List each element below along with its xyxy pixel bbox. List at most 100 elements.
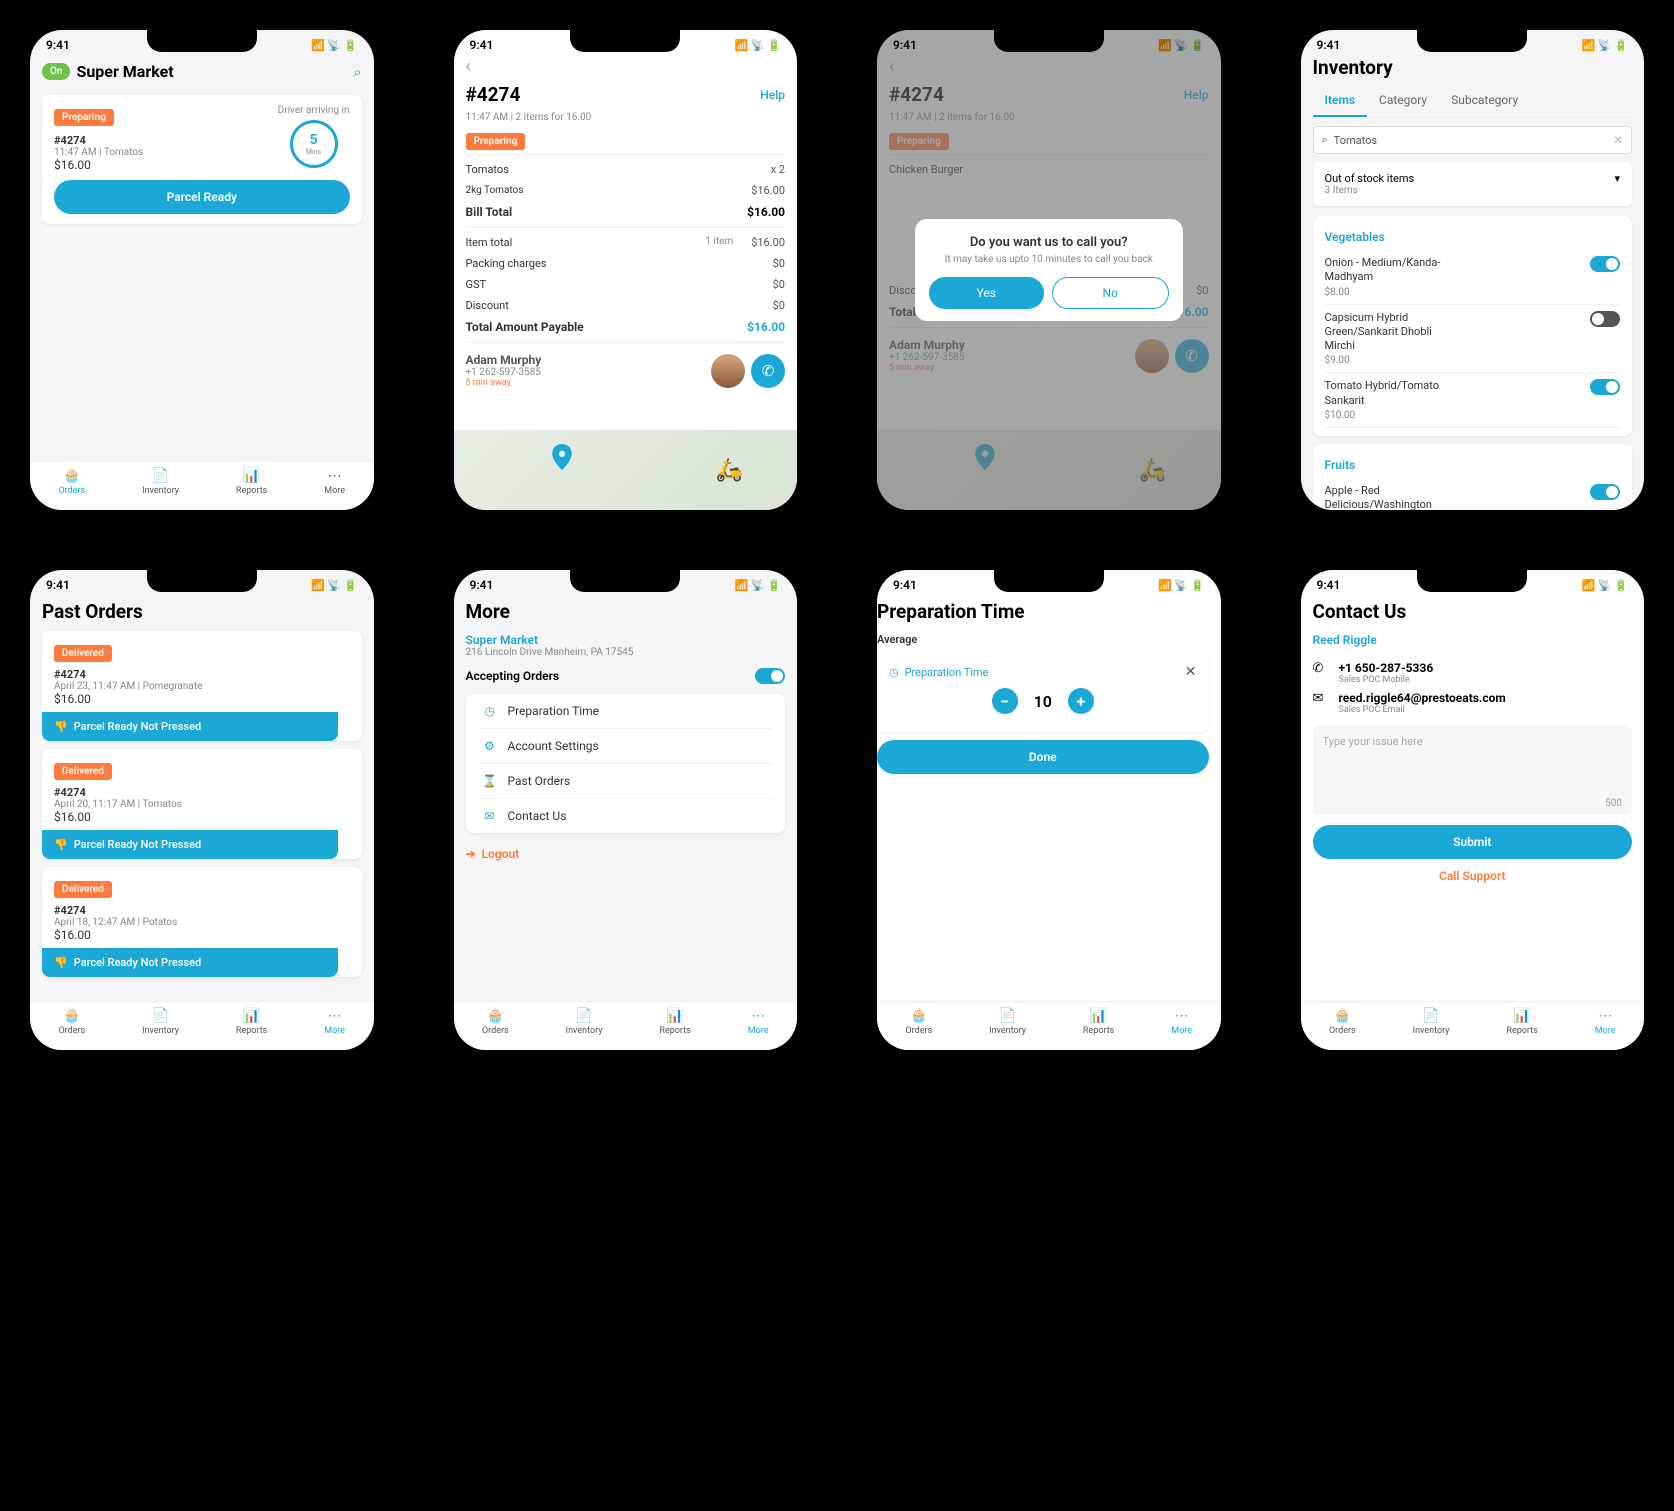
page-title: Contact Us bbox=[1313, 600, 1633, 623]
tab-category[interactable]: Category bbox=[1367, 85, 1439, 117]
tab-inventory[interactable]: 📄Inventory bbox=[142, 1008, 179, 1036]
order-card[interactable]: Preparing #4274 11:47 AM | Tomatos $16.0… bbox=[42, 95, 362, 224]
dialog-subtitle: It may take us upto 10 minutes to call y… bbox=[929, 254, 1169, 265]
email-row[interactable]: ✉ reed.riggle64@prestoeats.comSales POC … bbox=[1313, 691, 1633, 715]
accepting-toggle[interactable] bbox=[755, 668, 785, 684]
close-icon[interactable]: ✕ bbox=[1185, 664, 1197, 680]
dialog-no-button[interactable]: No bbox=[1052, 277, 1169, 309]
issue-textarea[interactable]: Type your issue here 500 bbox=[1313, 725, 1633, 815]
stock-toggle[interactable] bbox=[1590, 311, 1620, 327]
search-icon: ⌕ bbox=[1322, 133, 1328, 147]
total-payable: $16.00 bbox=[747, 320, 785, 334]
tab-reports[interactable]: 📊Reports bbox=[236, 1008, 267, 1036]
tab-reports[interactable]: 📊Reports bbox=[659, 1008, 690, 1036]
stock-toggle[interactable] bbox=[1590, 484, 1620, 500]
parcel-ready-button[interactable]: Parcel Ready bbox=[54, 180, 350, 214]
phone-icon: ✆ bbox=[1313, 661, 1329, 676]
menu-preparation-time[interactable]: ◷Preparation Time bbox=[478, 694, 774, 729]
inventory-item[interactable]: Apple - Red Delicious/Washington bbox=[1325, 478, 1621, 510]
thumbs-down-icon: 👎 bbox=[54, 720, 68, 733]
mail-icon: ✉ bbox=[1313, 691, 1329, 706]
inventory-item[interactable]: Capsicum Hybrid Green/Sankarit Dhobli Mi… bbox=[1325, 305, 1621, 374]
tab-inventory[interactable]: 📄Inventory bbox=[566, 1008, 603, 1036]
status-icons: 📶 📡 🔋 bbox=[311, 39, 358, 52]
order-meta: 11:47 AM | Tomatos bbox=[54, 147, 143, 158]
tab-reports[interactable]: 📊Reports bbox=[236, 468, 267, 496]
order-price: $16.00 bbox=[54, 158, 143, 172]
tab-reports[interactable]: 📊Reports bbox=[1083, 1008, 1114, 1036]
tab-more[interactable]: ⋯More bbox=[1171, 1008, 1192, 1036]
past-order-card[interactable]: Delivered #4274 April 18, 12:47 AM | Pot… bbox=[42, 867, 362, 977]
tab-more[interactable]: ⋯More bbox=[324, 1008, 345, 1036]
call-support-link[interactable]: Call Support bbox=[1313, 869, 1633, 883]
logout-button[interactable]: ➜Logout bbox=[466, 847, 786, 861]
help-link[interactable]: Help bbox=[760, 88, 785, 102]
search-input[interactable]: ⌕ Tomatos ✕ bbox=[1313, 126, 1633, 154]
inventory-icon: 📄 bbox=[152, 468, 169, 484]
dialog-yes-button[interactable]: Yes bbox=[929, 277, 1044, 309]
tab-reports[interactable]: 📊Reports bbox=[1506, 1008, 1537, 1036]
past-order-card[interactable]: Delivered #4274 April 23, 11:47 AM | Pom… bbox=[42, 631, 362, 741]
order-meta: 11:47 AM | 2 items for 16.00 bbox=[466, 112, 786, 123]
category-fruits: Fruits bbox=[1325, 452, 1621, 478]
filter-dropdown[interactable]: Out of stock items ▾ 3 Items bbox=[1313, 162, 1633, 206]
tab-orders[interactable]: 🧁Orders bbox=[905, 1008, 932, 1036]
stock-toggle[interactable] bbox=[1590, 379, 1620, 395]
phone-row[interactable]: ✆ +1 650-287-5336Sales POC Mobile bbox=[1313, 661, 1633, 685]
tab-inventory[interactable]: 📄Inventory bbox=[142, 468, 179, 496]
decrement-button[interactable]: − bbox=[992, 688, 1018, 714]
tab-orders[interactable]: 🧁Orders bbox=[482, 1008, 509, 1036]
tab-inventory[interactable]: 📄Inventory bbox=[989, 1008, 1026, 1036]
increment-button[interactable]: + bbox=[1068, 688, 1094, 714]
tab-inventory[interactable]: 📄Inventory bbox=[1413, 1008, 1450, 1036]
inventory-item[interactable]: Onion - Medium/Kanda-Madhyam$8.00 bbox=[1325, 250, 1621, 305]
email-value: reed.riggle64@prestoeats.com bbox=[1339, 691, 1506, 705]
notch bbox=[1417, 30, 1527, 52]
line-name: Tomatos bbox=[466, 163, 509, 176]
inventory-item[interactable]: Tomato Hybrid/Tomato Sankarit$10.00 bbox=[1325, 373, 1621, 428]
filter-count: 3 Items bbox=[1325, 185, 1621, 196]
menu-contact-us[interactable]: ✉Contact Us bbox=[478, 799, 774, 833]
mail-icon: ✉ bbox=[482, 809, 498, 823]
search-icon[interactable]: ⌕ bbox=[353, 63, 361, 81]
notch bbox=[1417, 570, 1527, 592]
clear-icon[interactable]: ✕ bbox=[1613, 133, 1623, 147]
preparing-badge: Preparing bbox=[466, 133, 526, 150]
back-icon[interactable]: ‹ bbox=[466, 56, 471, 77]
contact-name: Reed Riggle bbox=[1313, 633, 1633, 647]
tab-orders[interactable]: 🧁Orders bbox=[1329, 1008, 1356, 1036]
submit-button[interactable]: Submit bbox=[1313, 825, 1633, 859]
page-title: Past Orders bbox=[42, 600, 362, 623]
clock-icon: ◷ bbox=[889, 666, 899, 679]
line-qty: x 2 bbox=[771, 163, 785, 176]
line-price: $16.00 bbox=[751, 184, 785, 197]
menu-account-settings[interactable]: ⚙Account Settings bbox=[478, 729, 774, 764]
store-link[interactable]: Super Market bbox=[466, 633, 786, 647]
filter-label: Out of stock items bbox=[1325, 172, 1415, 185]
phone-frame-6: 9:41📶 📡 🔋 More Super Market 216 Lincoln … bbox=[444, 560, 808, 1060]
not-pressed-banner: 👎Parcel Ready Not Pressed bbox=[42, 712, 338, 741]
driver-eta: 5 min away bbox=[466, 378, 542, 388]
done-button[interactable]: Done bbox=[877, 740, 1209, 774]
stock-toggle[interactable] bbox=[1590, 256, 1620, 272]
tab-items[interactable]: Items bbox=[1313, 85, 1368, 117]
call-driver-button[interactable]: ✆ bbox=[751, 354, 785, 388]
phone-frame-3: 9:41📶 📡 🔋 ‹ #4274 Help 11:47 AM | 2 item… bbox=[867, 20, 1231, 520]
notch bbox=[994, 570, 1104, 592]
tab-more[interactable]: ⋯More bbox=[748, 1008, 769, 1036]
past-order-card[interactable]: Delivered #4274 April 20, 11:17 AM | Tom… bbox=[42, 749, 362, 859]
tab-orders[interactable]: 🧁Orders bbox=[58, 1008, 85, 1036]
tab-orders[interactable]: 🧁Orders bbox=[58, 468, 85, 496]
map-view[interactable]: 🛵 bbox=[454, 430, 798, 510]
tab-bar: 🧁Orders 📄Inventory 📊Reports ⋯More bbox=[877, 1001, 1221, 1050]
tab-subcategory[interactable]: Subcategory bbox=[1439, 85, 1530, 117]
map-pin-icon bbox=[552, 444, 572, 470]
char-count: 500 bbox=[1605, 798, 1622, 809]
menu-past-orders[interactable]: ⌛Past Orders bbox=[478, 764, 774, 799]
tab-more[interactable]: ⋯More bbox=[1595, 1008, 1616, 1036]
store-address: 216 Lincoln Drive Manheim, PA 17545 bbox=[466, 647, 786, 658]
driver-phone: +1 262-597-3585 bbox=[466, 367, 542, 378]
store-status-badge[interactable]: On bbox=[42, 63, 70, 80]
tab-bar: 🧁Orders 📄Inventory 📊Reports ⋯More bbox=[1301, 1001, 1645, 1050]
tab-more[interactable]: ⋯More bbox=[324, 468, 345, 496]
